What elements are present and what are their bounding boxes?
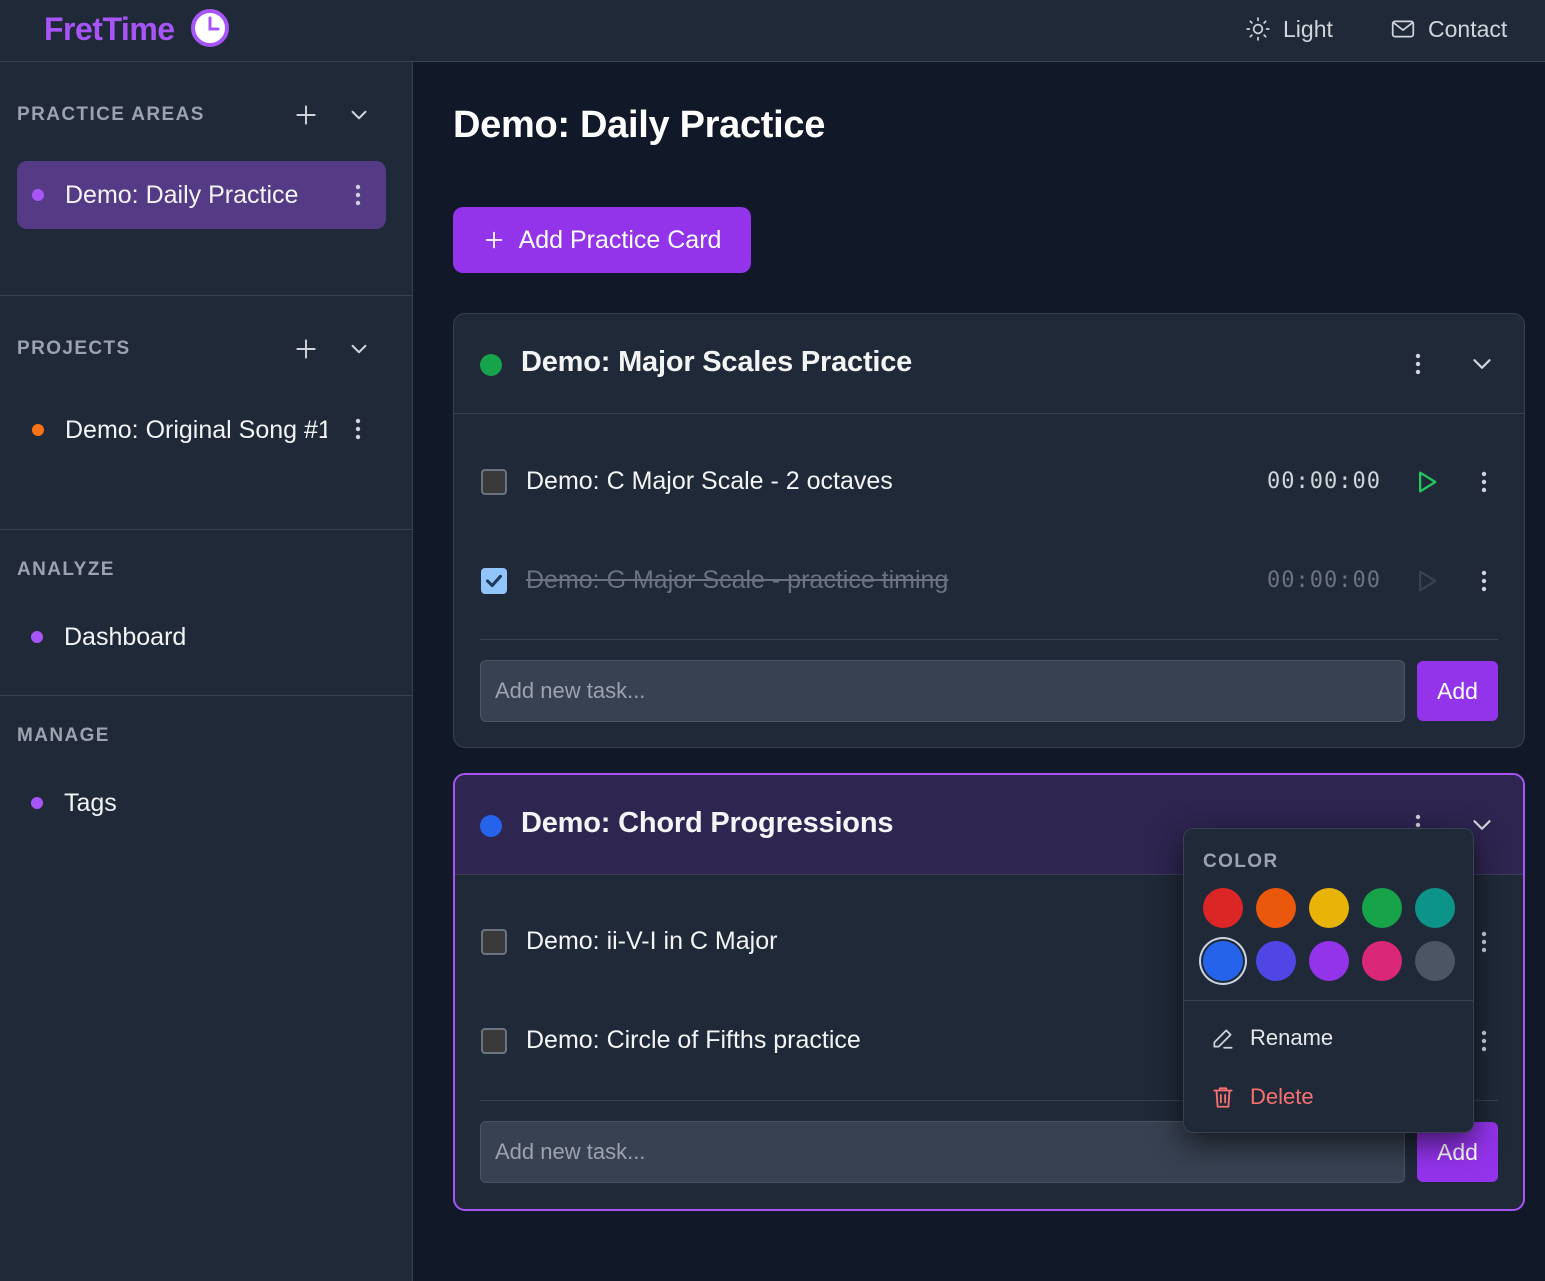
- app-logo[interactable]: FretTime: [44, 10, 175, 48]
- color-swatch-indigo[interactable]: [1256, 941, 1296, 981]
- color-swatch-green[interactable]: [1362, 888, 1402, 928]
- task-label: Demo: G Major Scale - practice timing: [526, 566, 949, 594]
- tags-dot: [31, 797, 43, 809]
- task-kebab-icon[interactable]: [1474, 468, 1494, 496]
- card-color-dot: [480, 354, 502, 376]
- sidebar-item-label: Tags: [64, 788, 117, 817]
- practice-area-color-dot: [32, 189, 44, 201]
- card-divider: [480, 639, 1498, 640]
- add-practice-card-label: Add Practice Card: [518, 225, 722, 254]
- sidebar-item-dashboard[interactable]: Dashboard: [17, 603, 386, 671]
- add-task-button[interactable]: Add: [1417, 661, 1498, 721]
- collapse-projects-chevron-icon[interactable]: [346, 336, 372, 362]
- sidebar-divider: [0, 295, 413, 296]
- menu-divider: [1184, 1000, 1473, 1001]
- play-icon[interactable]: [1412, 567, 1440, 595]
- collapse-practice-areas-chevron-icon[interactable]: [346, 102, 372, 128]
- task-kebab-icon[interactable]: [1474, 1027, 1494, 1055]
- top-bar: FretTime Light Contact: [0, 0, 1545, 62]
- manage-heading: MANAGE: [17, 725, 110, 746]
- card-kebab-icon[interactable]: [1408, 350, 1428, 378]
- card-title: Demo: Major Scales Practice: [521, 346, 913, 378]
- task-checkbox[interactable]: [481, 469, 507, 495]
- sidebar-item-label: Demo: Original Song #1: [65, 415, 327, 444]
- rename-label: Rename: [1250, 1025, 1334, 1050]
- add-practice-card-button[interactable]: Add Practice Card: [453, 207, 751, 273]
- task-row: Demo: C Major Scale - 2 octaves 00:00:00: [454, 452, 1524, 512]
- task-kebab-icon[interactable]: [1474, 928, 1494, 956]
- checkmark-icon: [486, 574, 502, 588]
- add-task-input[interactable]: [480, 660, 1405, 722]
- color-swatch-purple[interactable]: [1309, 941, 1349, 981]
- task-label: Demo: Circle of Fifths practice: [526, 1026, 861, 1054]
- projects-heading: PROJECTS: [17, 338, 131, 359]
- task-label: Demo: ii-V-I in C Major: [526, 927, 778, 955]
- task-timer: 00:00:00: [1267, 568, 1381, 593]
- task-checkbox[interactable]: [481, 1028, 507, 1054]
- color-heading: COLOR: [1203, 851, 1279, 872]
- contact-label: Contact: [1428, 15, 1508, 42]
- page-title: Demo: Daily Practice: [453, 104, 826, 146]
- practice-areas-heading: PRACTICE AREAS: [17, 104, 205, 125]
- plus-icon: [485, 231, 502, 249]
- rename-menu-item[interactable]: Rename: [1210, 1021, 1333, 1055]
- delete-menu-item[interactable]: Delete: [1210, 1080, 1314, 1114]
- theme-toggle-label: Light: [1283, 15, 1333, 42]
- color-swatch-teal[interactable]: [1415, 888, 1455, 928]
- card-title: Demo: Chord Progressions: [521, 807, 894, 839]
- color-swatch-red[interactable]: [1203, 888, 1243, 928]
- clock-icon: [191, 9, 229, 47]
- delete-label: Delete: [1250, 1084, 1314, 1109]
- add-practice-area-plus-icon[interactable]: [293, 102, 319, 128]
- contact-button[interactable]: Contact: [1390, 12, 1507, 46]
- sidebar-divider: [0, 529, 413, 530]
- color-swatch-gray[interactable]: [1415, 941, 1455, 981]
- color-swatch-pink[interactable]: [1362, 941, 1402, 981]
- dashboard-dot: [31, 631, 43, 643]
- card-options-menu: COLOR Rename Delete: [1183, 828, 1474, 1133]
- task-label: Demo: C Major Scale - 2 octaves: [526, 467, 893, 495]
- task-timer: 00:00:00: [1267, 469, 1381, 494]
- sidebar-item-label: Demo: Daily Practice: [65, 180, 299, 209]
- sidebar-item-label: Dashboard: [64, 622, 187, 651]
- sidebar-divider: [0, 695, 413, 696]
- color-swatch-yellow[interactable]: [1309, 888, 1349, 928]
- project-color-dot: [32, 424, 44, 436]
- mail-icon: [1391, 20, 1415, 38]
- play-icon[interactable]: [1412, 468, 1440, 496]
- collapse-card-chevron-icon[interactable]: [1467, 349, 1497, 379]
- sidebar-item-daily-practice[interactable]: Demo: Daily Practice: [17, 161, 386, 229]
- pencil-icon: [1213, 1029, 1233, 1049]
- task-checkbox[interactable]: [481, 568, 507, 594]
- task-checkbox[interactable]: [481, 929, 507, 955]
- sidebar-item-tags[interactable]: Tags: [17, 769, 386, 837]
- task-row: Demo: G Major Scale - practice timing 00…: [454, 551, 1524, 611]
- analyze-heading: ANALYZE: [17, 559, 115, 580]
- sun-icon: [1246, 17, 1270, 41]
- task-kebab-icon[interactable]: [1474, 567, 1494, 595]
- project-kebab-icon[interactable]: [348, 415, 368, 443]
- color-swatch-orange[interactable]: [1256, 888, 1296, 928]
- practice-card-major-scales: Demo: Major Scales Practice Demo: C Majo…: [453, 313, 1525, 748]
- trash-icon: [1213, 1087, 1233, 1108]
- sidebar-item-original-song[interactable]: Demo: Original Song #1: [17, 396, 327, 464]
- card-header[interactable]: Demo: Major Scales Practice: [454, 314, 1524, 414]
- color-swatch-blue[interactable]: [1203, 941, 1243, 981]
- theme-toggle-button[interactable]: Light: [1245, 12, 1333, 46]
- practice-area-kebab-icon[interactable]: [348, 181, 368, 209]
- sidebar: PRACTICE AREAS Demo: Daily Practice PROJ…: [0, 62, 413, 1281]
- card-color-dot: [480, 815, 502, 837]
- add-project-plus-icon[interactable]: [293, 336, 319, 362]
